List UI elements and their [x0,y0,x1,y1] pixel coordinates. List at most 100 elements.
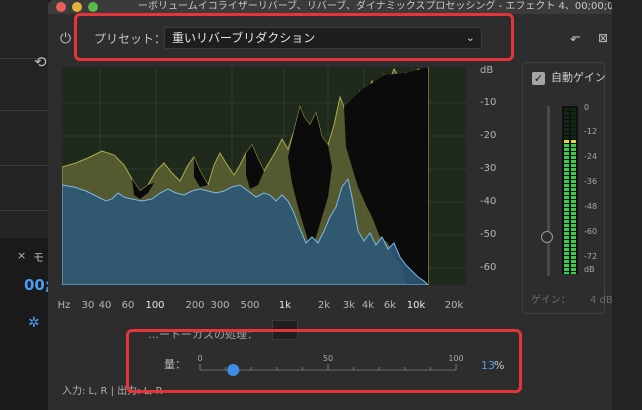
meter-segment [571,244,576,247]
db-tick: -50 [480,229,497,240]
meter-segment [571,124,576,127]
hz-tick: 2k [317,300,331,311]
db-unit-label: dB [480,65,494,76]
hz-tick: 4k [361,300,375,311]
meter-segment [564,204,569,207]
meter-segment [564,168,569,171]
panel-divider [0,165,48,166]
meter-segment [564,124,569,127]
meter-segment [564,212,569,215]
meter-segment [571,148,576,151]
amount-highlight-box [126,329,522,393]
panel-divider [0,110,48,111]
window-title: ーボリュームイコライザーリバーブ、リバーブ、ダイナミックスプロセッシング - エ… [138,1,612,12]
meter-label: -60 [584,227,598,236]
meter-segment [564,216,569,219]
meter-segment [571,172,576,175]
meter-segment [564,192,569,195]
power-icon[interactable]: ⏻ [60,31,71,47]
meter-label: -48 [584,202,598,211]
meter-segment [571,144,576,147]
level-meter [562,106,578,274]
hz-tick: 10k [406,300,426,311]
meter-segment [564,228,569,231]
hz-tick: 20k [444,300,464,311]
meter-segment [571,216,576,219]
meter-segment [571,160,576,163]
meter-label: -36 [584,177,598,186]
meter-segment [571,232,576,235]
panel-close-icon[interactable]: × [17,249,26,262]
effect-icon[interactable]: ✲ [28,315,40,331]
meter-segment [571,136,576,139]
auto-gain-label: 自動ゲイン [551,71,606,84]
gain-label: ゲイン： [531,295,571,306]
meter-segment [564,208,569,211]
meter-label: -24 [584,152,598,161]
timecode: 00; [24,276,51,294]
meter-segment [564,184,569,187]
meter-unit-label: dB [584,265,595,274]
clear-icon[interactable]: ⊠ [598,30,608,46]
meter-segment [571,224,576,227]
gain-slider-knob[interactable] [541,231,553,243]
minimize-window-button[interactable] [72,2,82,12]
auto-gain-checkbox[interactable]: ✓ [532,72,545,85]
meter-label: -72 [584,252,598,261]
routing-icon[interactable]: ⬐ [570,30,581,46]
meter-segment [571,112,576,115]
meter-segment [564,196,569,199]
meter-segment [564,116,569,119]
close-window-button[interactable] [56,2,66,12]
db-tick: -40 [480,196,497,207]
meter-segment [564,176,569,179]
hz-tick: 3k [342,300,356,311]
window-titlebar[interactable]: ーボリュームイコライザーリバーブ、リバーブ、ダイナミックスプロセッシング - エ… [48,0,612,14]
gain-slider-track[interactable] [547,106,550,276]
db-tick: -60 [480,262,497,273]
meter-segment [571,128,576,131]
meter-segment [571,240,576,243]
panel-divider [0,210,48,211]
meter-segment [564,224,569,227]
meter-segment [571,236,576,239]
meter-segment [564,200,569,203]
hz-tick: 500 [240,300,260,311]
meter-segment [564,152,569,155]
panel-tab-label[interactable]: モ [33,249,44,265]
meter-segment [564,268,569,271]
meter-segment [571,180,576,183]
meter-segment [564,236,569,239]
meter-segment [564,120,569,123]
db-tick: -30 [480,163,497,174]
meter-label: 0 [584,103,590,112]
meter-segment [571,272,576,274]
meter-segment [571,192,576,195]
meter-segment [564,264,569,267]
hz-tick: Hz [57,300,71,311]
meter-segment [571,168,576,171]
meter-segment [571,108,576,111]
meter-segment [564,220,569,223]
meter-segment [571,256,576,259]
meter-segment [571,212,576,215]
preset-highlight-box [74,13,514,61]
db-tick: -20 [480,130,497,141]
meter-segment [564,108,569,111]
meter-segment [571,196,576,199]
meter-segment [564,132,569,135]
meter-segment [571,260,576,263]
meter-segment [571,200,576,203]
zoom-window-button[interactable] [88,2,98,12]
meter-segment [571,204,576,207]
meter-segment [571,252,576,255]
meter-segment [564,156,569,159]
meter-segment [571,156,576,159]
meter-segment [571,132,576,135]
meter-segment [564,136,569,139]
meter-segment [564,112,569,115]
meter-label: -12 [584,127,598,136]
meter-segment [564,240,569,243]
undo-icon[interactable]: ⟲ [34,54,47,70]
meter-segment [564,148,569,151]
